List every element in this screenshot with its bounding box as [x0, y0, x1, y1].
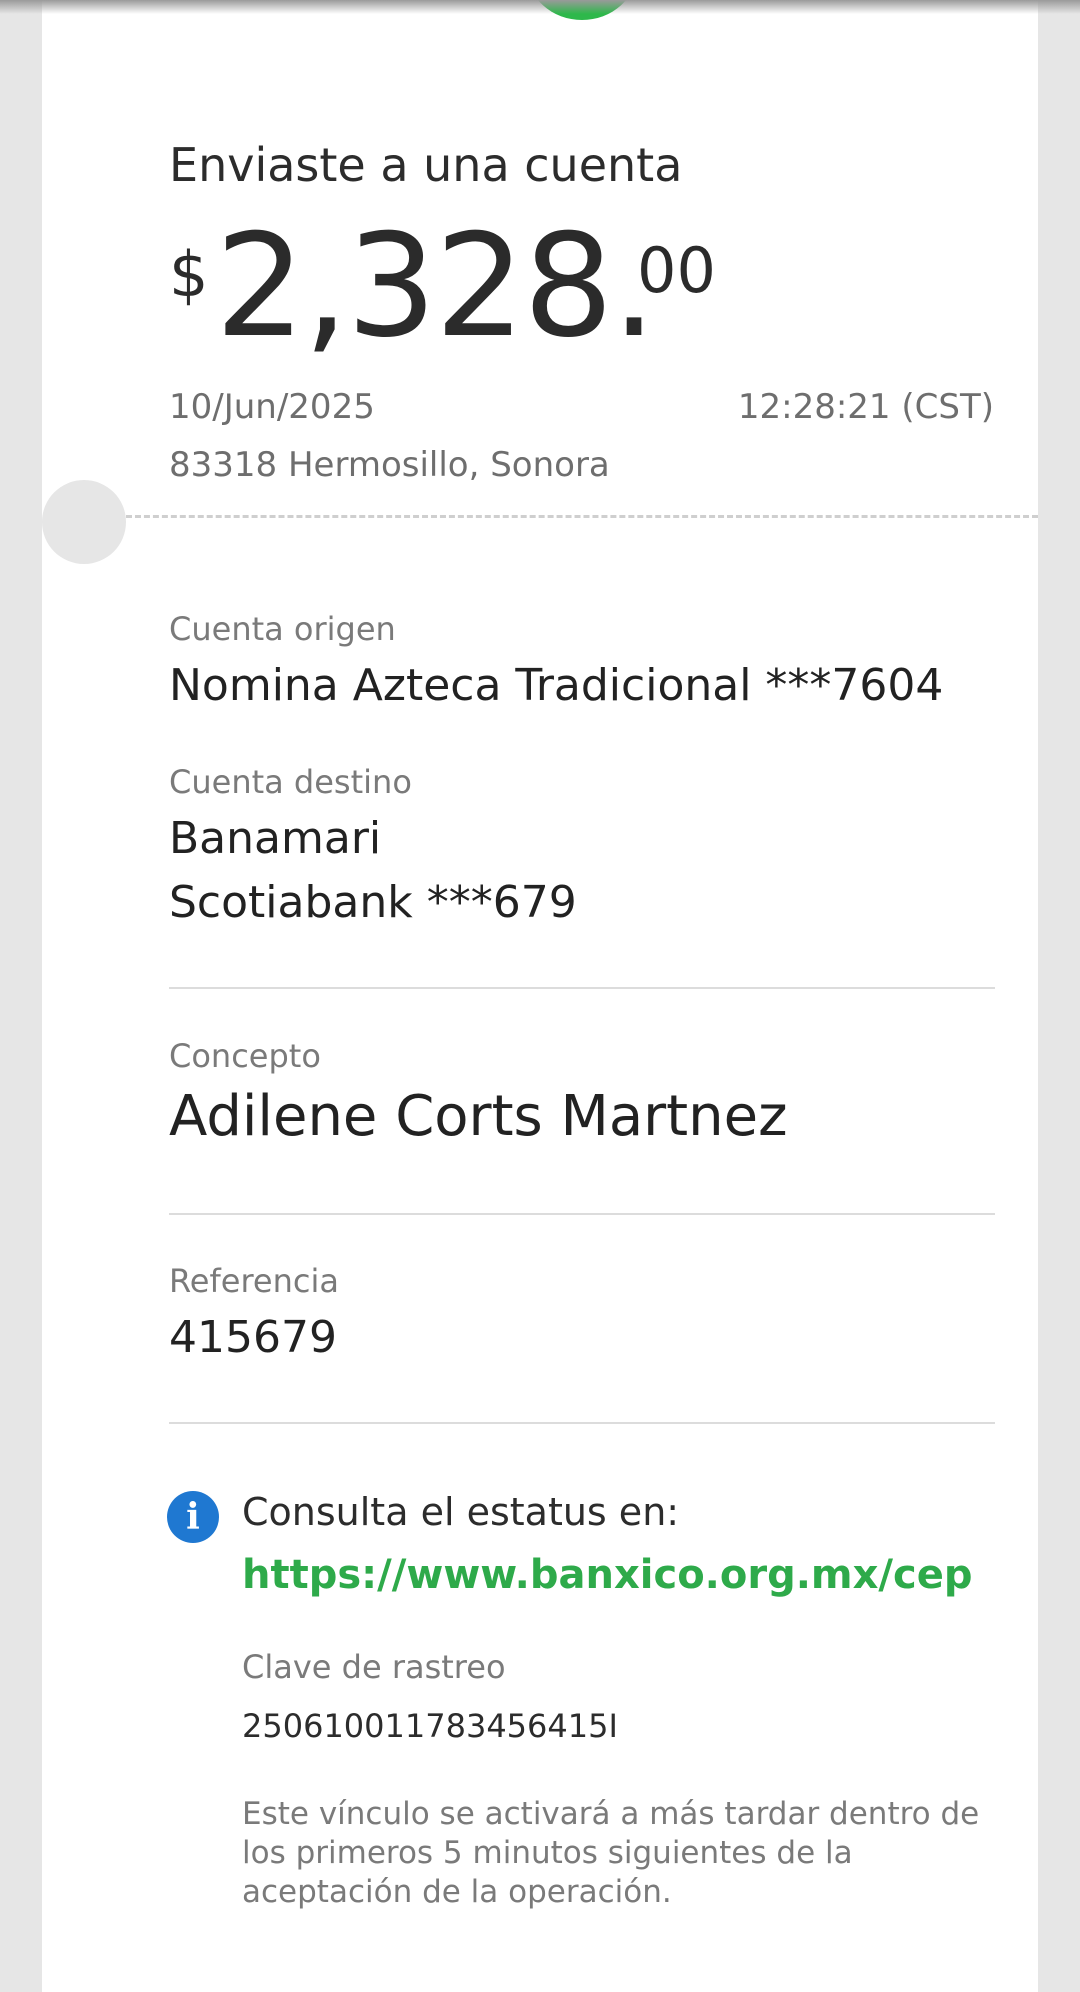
info-icon: i [167, 1491, 219, 1543]
transfer-receipt-card: Enviaste a una cuenta $ 2,328. 00 10/Jun… [42, 0, 1080, 1992]
section-divider [169, 1422, 995, 1424]
origin-account-label: Cuenta origen [169, 610, 396, 648]
section-divider [169, 1213, 995, 1215]
transfer-location: 83318 Hermosillo, Sonora [169, 445, 610, 485]
banxico-cep-link[interactable]: https://www.banxico.org.mx/cep [242, 1552, 972, 1598]
destination-account-label: Cuenta destino [169, 763, 412, 801]
origin-account-value: Nomina Azteca Tradicional ***7604 [169, 660, 944, 711]
tracking-key-value: 25061001178345641​5I [242, 1707, 618, 1745]
ticket-notch-left [42, 480, 126, 564]
destination-account-number: Scotiabank ***679 [169, 877, 577, 928]
top-shadow [0, 0, 1080, 14]
status-consult-text: Consulta el estatus en: [242, 1490, 680, 1534]
destination-account-name: Banamari [169, 813, 382, 864]
amount-integer: 2,328. [215, 204, 657, 369]
amount-cents: 00 [637, 234, 716, 307]
link-activation-note: Este vínculo se activará a más tardar de… [242, 1796, 980, 1910]
ticket-notch-right [1040, 480, 1080, 564]
tracking-key-label: Clave de rastreo [242, 1648, 506, 1686]
receipt-heading: Enviaste a una cuenta [169, 138, 683, 192]
transfer-time: 12:28:21 (CST) [737, 387, 994, 427]
reference-value: 415679 [169, 1312, 337, 1363]
reference-label: Referencia [169, 1262, 339, 1300]
ticket-divider [126, 515, 1038, 518]
amount-currency: $ [169, 238, 209, 311]
concept-value: Adilene Corts Martnez [169, 1084, 788, 1149]
transfer-date: 10/Jun/2025 [169, 387, 375, 427]
section-divider [169, 987, 995, 989]
concept-label: Concepto [169, 1037, 321, 1075]
